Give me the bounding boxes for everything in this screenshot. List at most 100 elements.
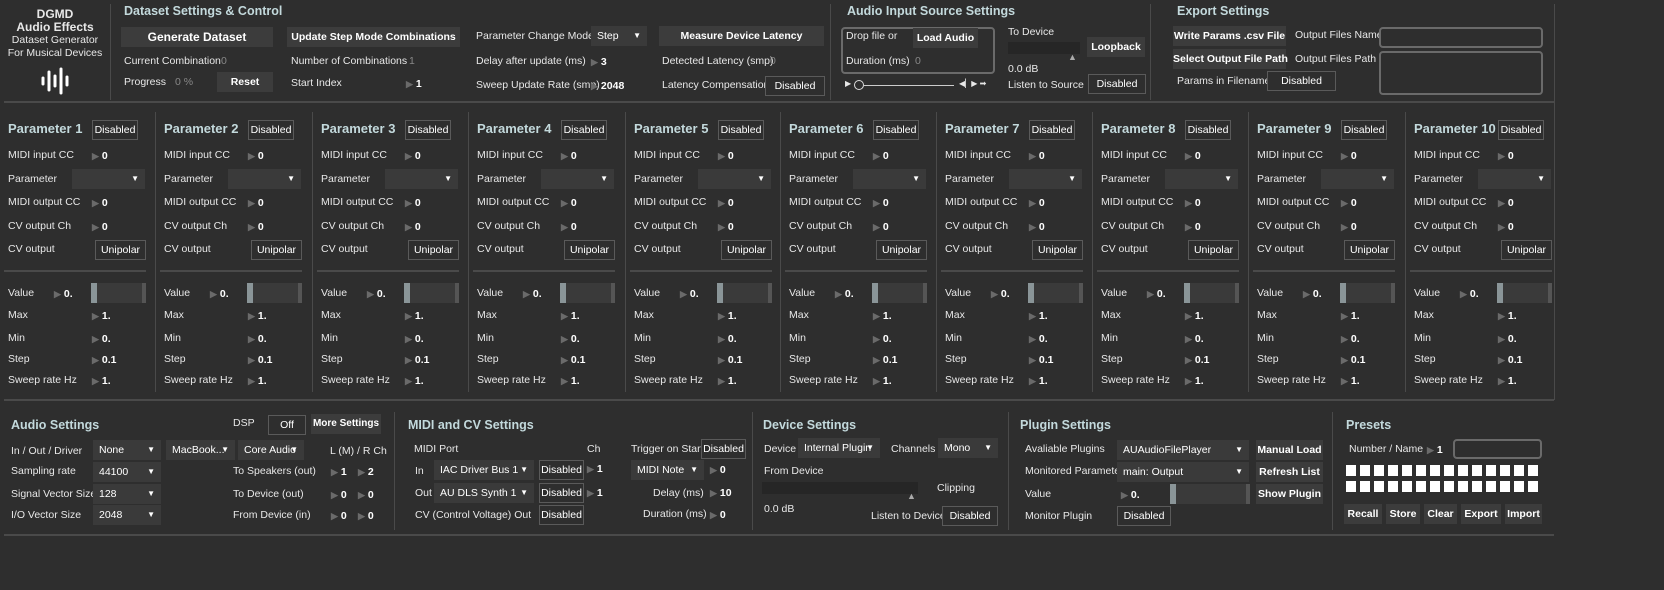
start-index-number[interactable]: 1 (406, 78, 422, 90)
sweep-rate-number[interactable]: 1. (561, 375, 580, 387)
scrub-knob[interactable] (854, 80, 864, 90)
preset-slot[interactable] (1444, 465, 1454, 476)
slider-knob[interactable] (91, 283, 97, 303)
parameter-enable-toggle[interactable]: Disabled (405, 120, 451, 140)
cv-output-ch-number[interactable]: 0 (1498, 221, 1514, 233)
step-number[interactable]: 0.1 (405, 354, 430, 366)
max-number[interactable]: 1. (561, 310, 580, 322)
more-settings-button[interactable]: More Settings (311, 414, 381, 434)
value-number[interactable]: 0. (1303, 288, 1322, 300)
sweep-rate-number[interactable]: 2048 (591, 80, 624, 92)
max-number[interactable]: 1. (1029, 310, 1048, 322)
preset-slot[interactable] (1514, 465, 1524, 476)
cv-mode-toggle[interactable]: Unipolar (1501, 240, 1552, 260)
slider-knob[interactable] (1340, 283, 1346, 303)
generate-dataset-button[interactable]: Generate Dataset (121, 27, 273, 47)
preset-slot[interactable] (1472, 481, 1482, 492)
max-number[interactable]: 1. (1341, 310, 1360, 322)
sweep-rate-number[interactable]: 1. (718, 375, 737, 387)
max-number[interactable]: 1. (718, 310, 737, 322)
value-slider[interactable] (560, 283, 615, 303)
midi-input-cc-number[interactable]: 0 (718, 150, 734, 162)
min-number[interactable]: 0. (718, 333, 737, 345)
preset-slot[interactable] (1388, 481, 1398, 492)
max-number[interactable]: 1. (873, 310, 892, 322)
parameter-dropdown[interactable] (228, 169, 301, 189)
preset-slot[interactable] (1430, 465, 1440, 476)
value-number[interactable]: 0. (367, 288, 386, 300)
fromdev-right-number[interactable]: 0 (358, 510, 374, 522)
midi-input-cc-number[interactable]: 0 (561, 150, 577, 162)
value-number[interactable]: 0. (210, 288, 229, 300)
preset-slot[interactable] (1360, 481, 1370, 492)
slider-knob[interactable] (1184, 283, 1190, 303)
export-button[interactable]: Export (1461, 504, 1501, 524)
reset-button[interactable]: Reset (217, 72, 273, 92)
parameter-enable-toggle[interactable]: Disabled (1341, 120, 1387, 140)
slider-knob[interactable] (1170, 484, 1176, 504)
fromdev-left-number[interactable]: 0 (331, 510, 347, 522)
dsp-toggle[interactable]: Off (268, 415, 306, 435)
preset-slot[interactable] (1374, 481, 1384, 492)
preset-name-input[interactable] (1453, 439, 1542, 459)
preset-slot[interactable] (1486, 481, 1496, 492)
midi-output-cc-number[interactable]: 0 (248, 197, 264, 209)
device-dropdown[interactable]: Internal Plugin (798, 438, 880, 458)
playback-transport[interactable]: ▶ ◀▏▶ ➡ (845, 79, 995, 92)
min-number[interactable]: 0. (248, 333, 267, 345)
loopback-button[interactable]: Loopback (1087, 37, 1145, 57)
write-csv-button[interactable]: Write Params .csv File (1173, 26, 1286, 46)
trigger-toggle[interactable]: Disabled (701, 439, 746, 459)
sampling-rate-dropdown[interactable]: 44100 (93, 462, 161, 482)
min-number[interactable]: 0. (1029, 333, 1048, 345)
latency-comp-toggle[interactable]: Disabled (765, 76, 825, 96)
show-plugin-button[interactable]: Show Plugin (1256, 484, 1323, 504)
value-slider[interactable] (91, 283, 146, 303)
value-slider[interactable] (247, 283, 302, 303)
midi-input-cc-number[interactable]: 0 (1341, 150, 1357, 162)
step-number[interactable]: 0.1 (1185, 354, 1210, 366)
midi-output-cc-number[interactable]: 0 (1498, 197, 1514, 209)
change-mode-dropdown[interactable]: Step (591, 26, 647, 46)
parameter-dropdown[interactable] (1478, 169, 1551, 189)
cv-mode-toggle[interactable]: Unipolar (1188, 240, 1239, 260)
min-number[interactable]: 0. (92, 333, 111, 345)
step-number[interactable]: 0.1 (561, 354, 586, 366)
sweep-rate-number[interactable]: 1. (1341, 375, 1360, 387)
monitor-plugin-toggle[interactable]: Disabled (1117, 506, 1171, 526)
midi-input-cc-number[interactable]: 0 (1498, 150, 1514, 162)
value-number[interactable]: 0. (1460, 288, 1479, 300)
cv-mode-toggle[interactable]: Unipolar (564, 240, 615, 260)
parameter-enable-toggle[interactable]: Disabled (718, 120, 764, 140)
midi-input-cc-number[interactable]: 0 (92, 150, 108, 162)
min-number[interactable]: 0. (1498, 333, 1517, 345)
preset-slot[interactable] (1402, 465, 1412, 476)
clear-button[interactable]: Clear (1424, 504, 1457, 524)
parameter-enable-toggle[interactable]: Disabled (1185, 120, 1231, 140)
min-number[interactable]: 0. (873, 333, 892, 345)
store-button[interactable]: Store (1386, 504, 1420, 524)
trigger-type-dropdown[interactable]: MIDI Note (631, 460, 704, 480)
load-audio-button[interactable]: Load Audio (913, 28, 978, 48)
preset-slot[interactable] (1374, 465, 1384, 476)
slider-knob[interactable] (1028, 283, 1034, 303)
value-number[interactable]: 0. (523, 288, 542, 300)
midi-input-cc-number[interactable]: 0 (1185, 150, 1201, 162)
params-filename-toggle[interactable]: Disabled (1267, 71, 1336, 91)
midi-in-dropdown[interactable]: IAC Driver Bus 1 (434, 460, 534, 480)
step-number[interactable]: 0.1 (1029, 354, 1054, 366)
value-slider[interactable] (717, 283, 772, 303)
io-vector-dropdown[interactable]: 2048 (93, 505, 161, 525)
cv-mode-toggle[interactable]: Unipolar (408, 240, 459, 260)
value-slider[interactable] (1340, 283, 1395, 303)
parameter-dropdown[interactable] (853, 169, 926, 189)
listen-source-toggle[interactable]: Disabled (1088, 74, 1146, 94)
max-number[interactable]: 1. (405, 310, 424, 322)
step-number[interactable]: 0.1 (873, 354, 898, 366)
midi-out-dropdown[interactable]: AU DLS Synth 1 (434, 483, 534, 503)
preset-slot[interactable] (1402, 481, 1412, 492)
cv-output-ch-number[interactable]: 0 (92, 221, 108, 233)
preset-slot[interactable] (1444, 481, 1454, 492)
value-number[interactable]: 0. (680, 288, 699, 300)
parameter-dropdown[interactable] (1321, 169, 1394, 189)
